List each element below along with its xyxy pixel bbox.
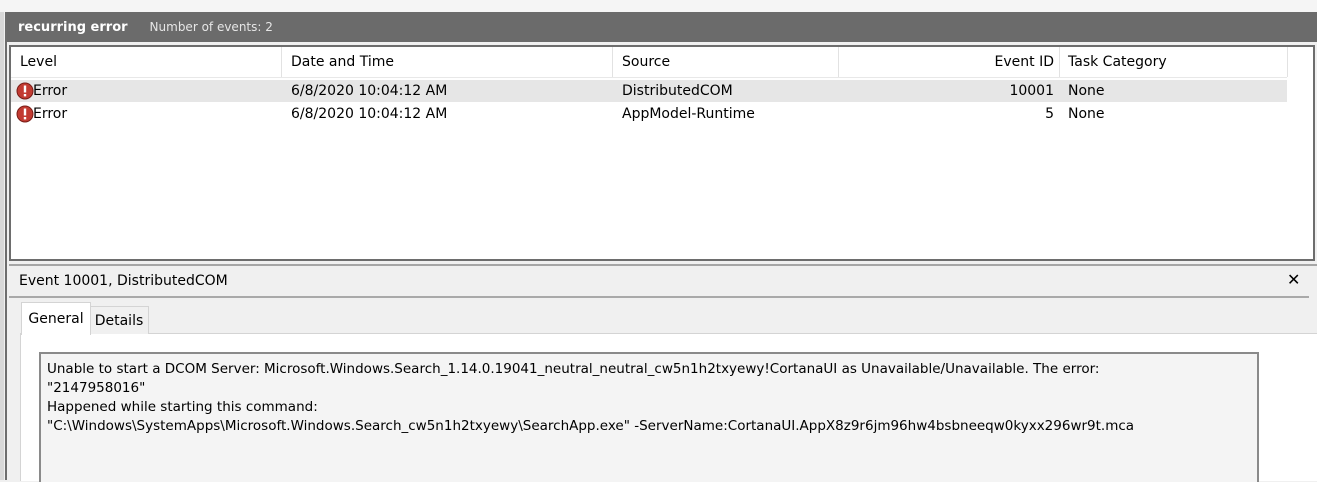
event-count: Number of events: 2 — [149, 20, 273, 34]
detail-header: Event 10001, DistributedCOM ✕ — [9, 266, 1309, 298]
description-line: Happened while starting this command: — [47, 399, 318, 415]
cell-level: Error — [33, 83, 68, 99]
events-grid[interactable]: Level Date and Time Source Event ID Task… — [9, 45, 1315, 261]
table-row[interactable]: Error 6/8/2020 10:04:12 AM AppModel-Runt… — [11, 103, 1287, 125]
table-row[interactable]: Error 6/8/2020 10:04:12 AM DistributedCO… — [11, 80, 1287, 102]
column-header-source[interactable]: Source — [613, 47, 839, 77]
error-icon — [16, 105, 34, 123]
cell-task-category: None — [1068, 106, 1105, 122]
view-title: recurring error — [18, 19, 128, 35]
column-header-date-time[interactable]: Date and Time — [282, 47, 613, 77]
cell-date-time: 6/8/2020 10:04:12 AM — [291, 83, 448, 99]
view-title-bar: recurring error Number of events: 2 — [7, 12, 1317, 42]
tab-general[interactable]: General — [21, 302, 91, 335]
event-description: Unable to start a DCOM Server: Microsoft… — [47, 360, 1134, 436]
left-edge — [0, 12, 4, 480]
grid-header: Level Date and Time Source Event ID Task… — [11, 47, 1288, 78]
column-header-event-id[interactable]: Event ID — [839, 47, 1060, 77]
column-header-task-category[interactable]: Task Category — [1060, 47, 1288, 77]
description-line: Unable to start a DCOM Server: Microsoft… — [47, 361, 1100, 377]
error-icon — [16, 82, 34, 100]
cell-date-time: 6/8/2020 10:04:12 AM — [291, 106, 448, 122]
cell-source: DistributedCOM — [622, 83, 733, 99]
top-strip — [0, 0, 1317, 12]
cell-event-id: 5 — [1045, 106, 1054, 122]
cell-task-category: None — [1068, 83, 1105, 99]
description-line: "C:\Windows\SystemApps\Microsoft.Windows… — [47, 418, 1135, 434]
cell-event-id: 10001 — [1009, 83, 1054, 99]
left-edge-border — [5, 12, 7, 480]
tab-details[interactable]: Details — [89, 306, 149, 334]
close-icon[interactable]: ✕ — [1287, 270, 1300, 289]
cell-source: AppModel-Runtime — [622, 106, 755, 122]
event-description-box[interactable]: Unable to start a DCOM Server: Microsoft… — [39, 352, 1259, 482]
column-header-level[interactable]: Level — [11, 47, 282, 77]
detail-title: Event 10001, DistributedCOM — [19, 273, 228, 289]
description-line: "2147958016" — [47, 380, 146, 396]
cell-level: Error — [33, 106, 68, 122]
